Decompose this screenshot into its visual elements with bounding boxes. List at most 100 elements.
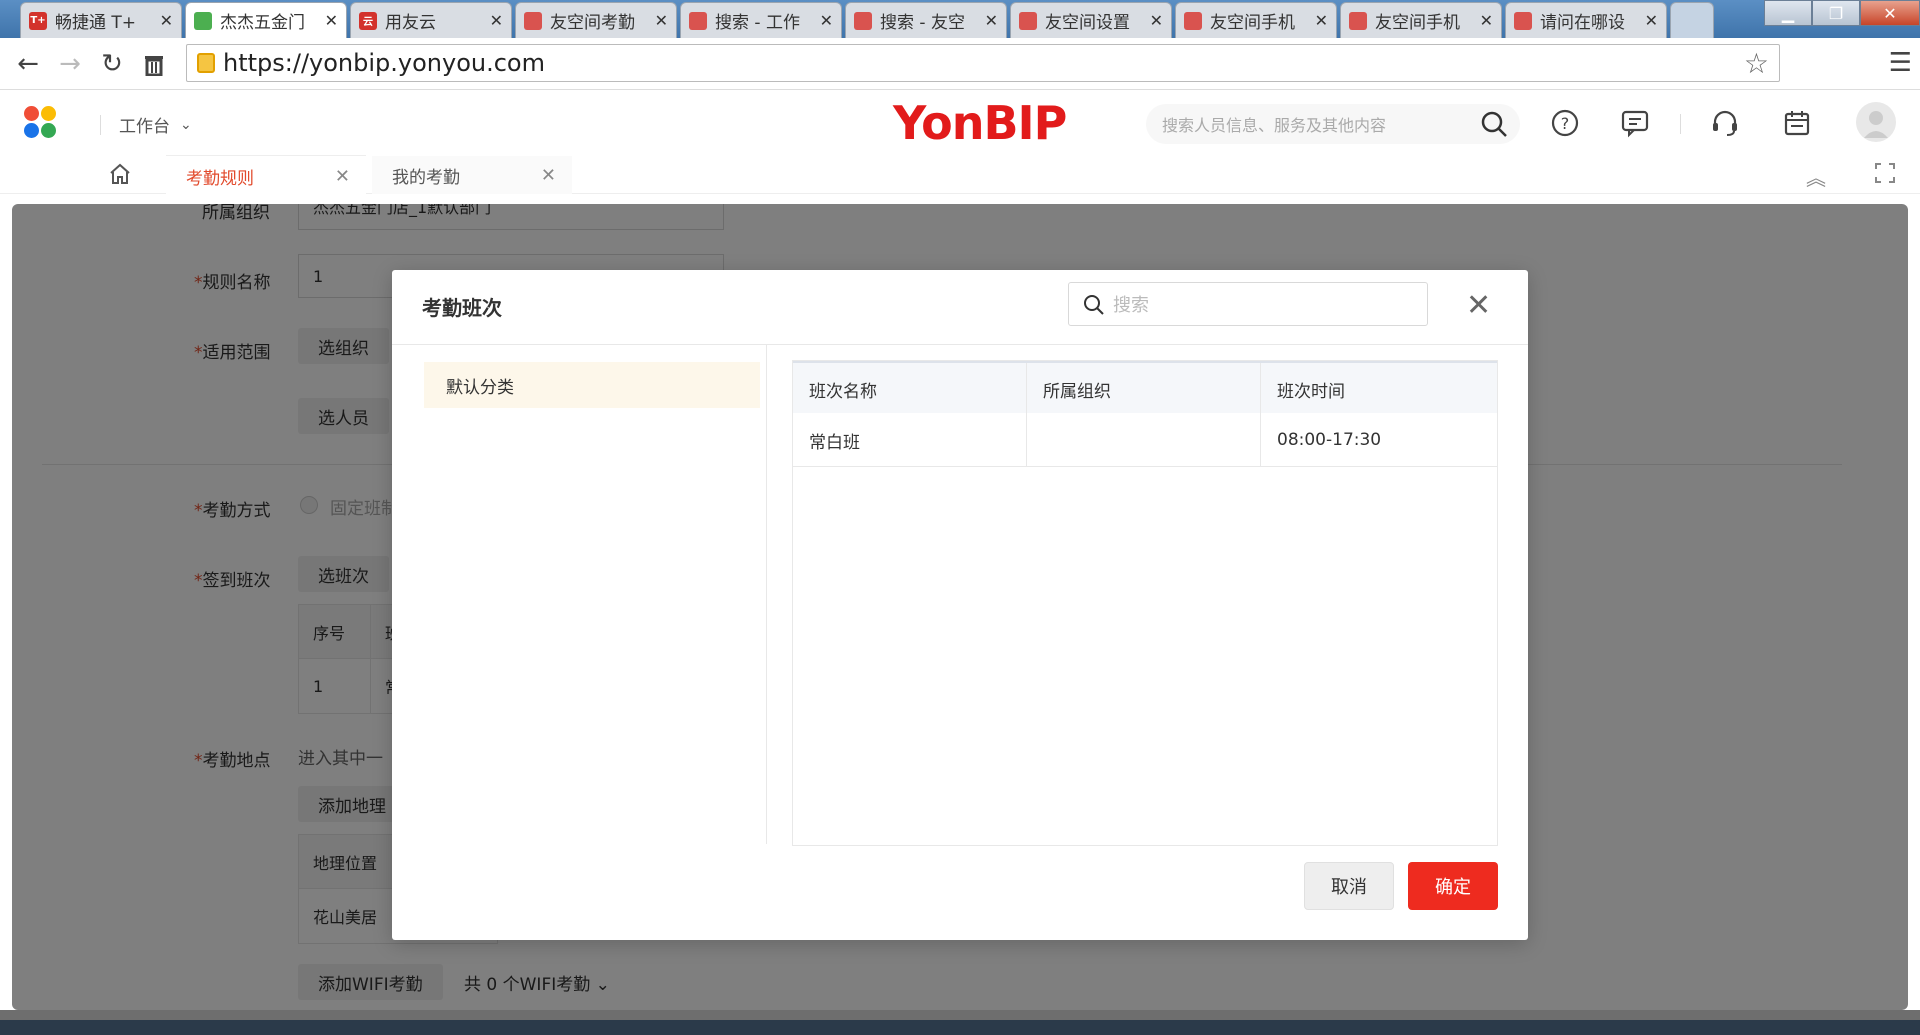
browser-tab[interactable]: T+ 畅捷通 T+ ✕ xyxy=(20,2,182,38)
favicon-icon xyxy=(1349,11,1367,30)
favicon-icon xyxy=(524,11,542,30)
divider xyxy=(392,344,1528,345)
browser-tab-title: 搜索 - 友空 xyxy=(880,13,965,33)
bookmark-star-icon[interactable]: ☆ xyxy=(1744,47,1769,80)
close-icon[interactable]: ✕ xyxy=(1645,11,1658,30)
close-icon[interactable]: ✕ xyxy=(1150,11,1163,30)
search-icon xyxy=(1083,294,1105,321)
workbench-dropdown[interactable]: 工作台 ⌄ xyxy=(100,112,192,137)
favicon-icon: 云 xyxy=(359,11,377,30)
modal-search-placeholder: 搜索 xyxy=(1113,295,1149,316)
close-icon[interactable]: ✕ xyxy=(1480,11,1493,30)
minimize-icon[interactable]: ▁ xyxy=(1764,0,1812,26)
browser-tab-title: 友空间设置 xyxy=(1045,13,1130,33)
shift-picker-modal: 考勤班次 搜索 ✕ 默认分类 班次名称 所属组织 班次时间 常白班 08:00-… xyxy=(392,270,1528,940)
grid-header: 班次名称 所属组织 班次时间 xyxy=(793,361,1497,415)
favicon-icon xyxy=(1184,11,1202,30)
cell-org xyxy=(1027,413,1261,467)
window-controls: ▁ ❐ ✕ xyxy=(1764,0,1920,26)
col-org[interactable]: 所属组织 xyxy=(1027,363,1261,415)
search-icon[interactable] xyxy=(1480,110,1508,142)
close-icon[interactable]: ✕ xyxy=(985,11,998,30)
close-icon[interactable]: ✕ xyxy=(541,165,556,186)
close-icon[interactable]: ✕ xyxy=(325,11,338,30)
fullscreen-icon[interactable] xyxy=(1874,162,1896,189)
tab-label: 考勤规则 xyxy=(186,168,254,189)
browser-tab[interactable]: 友空间设置 ✕ xyxy=(1010,2,1172,38)
chevron-down-icon: ⌄ xyxy=(180,116,192,133)
browser-tab-title: 友空间考勤 xyxy=(550,13,635,33)
divider xyxy=(766,344,767,844)
table-row[interactable]: 常白班 08:00-17:30 xyxy=(793,413,1497,467)
cell-shift-name: 常白班 xyxy=(793,413,1027,467)
address-bar: ← → ↻ https://yonbip.yonyou.com ☆ ☰ xyxy=(0,38,1920,90)
browser-menu-icon[interactable]: ☰ xyxy=(1889,48,1912,78)
close-icon[interactable]: ✕ xyxy=(655,11,668,30)
cell-shift-time: 08:00-17:30 xyxy=(1277,430,1382,450)
url-text: https://yonbip.yonyou.com xyxy=(223,49,545,77)
browser-tab[interactable]: 请问在哪设 ✕ xyxy=(1505,2,1667,38)
browser-tab-title: 友空间手机 xyxy=(1375,13,1460,33)
tab-attendance-rules[interactable]: 考勤规则 ✕ xyxy=(166,156,366,194)
favicon-icon xyxy=(194,11,212,30)
collapse-up-icon[interactable]: ︽ xyxy=(1806,162,1826,191)
col-shift-time[interactable]: 班次时间 xyxy=(1261,363,1497,415)
browser-tab[interactable]: 友空间手机 ✕ xyxy=(1340,2,1502,38)
svg-text:?: ? xyxy=(1561,114,1570,133)
browser-tab[interactable]: 友空间考勤 ✕ xyxy=(515,2,677,38)
close-icon[interactable]: ✕ xyxy=(160,11,173,30)
shift-grid: 班次名称 所属组织 班次时间 常白班 08:00-17:30 xyxy=(792,360,1498,846)
new-tab-button[interactable] xyxy=(1670,2,1714,38)
favicon-icon xyxy=(1019,11,1037,30)
col-shift-name[interactable]: 班次名称 xyxy=(793,363,1027,415)
cancel-button[interactable]: 取消 xyxy=(1304,862,1394,910)
favicon-icon: T+ xyxy=(29,11,47,30)
brand-logo: YonBIP xyxy=(893,96,1067,150)
category-default[interactable]: 默认分类 xyxy=(424,362,760,408)
back-icon[interactable]: ← xyxy=(12,48,44,80)
home-icon[interactable] xyxy=(108,162,132,190)
browser-tab[interactable]: 搜索 - 友空 ✕ xyxy=(845,2,1007,38)
reload-icon[interactable]: ↻ xyxy=(96,48,128,80)
browser-tab[interactable]: 友空间手机 ✕ xyxy=(1175,2,1337,38)
browser-tab-bar: T+ 畅捷通 T+ ✕ 杰杰五金门 ✕ 云用友云 ✕ 友空间考勤 ✕ 搜索 - 工作 ✕ 搜索 - 友… xyxy=(0,0,1920,38)
app-header: 工作台 ⌄ YonBIP 搜索人员信息、服务及其他内容 ? xyxy=(0,90,1920,156)
divider xyxy=(100,114,101,135)
browser-tab-title: 杰杰五金门 xyxy=(220,13,305,33)
tab-my-attendance[interactable]: 我的考勤 ✕ xyxy=(372,156,572,194)
favicon-icon xyxy=(1514,11,1532,30)
global-search-input[interactable]: 搜索人员信息、服务及其他内容 xyxy=(1146,104,1520,144)
browser-tab[interactable]: 云用友云 ✕ xyxy=(350,2,512,38)
calendar-icon[interactable] xyxy=(1780,106,1814,140)
close-icon[interactable]: ✕ xyxy=(820,11,833,30)
browser-tab-title: 畅捷通 T+ xyxy=(55,13,137,33)
workbench-label: 工作台 xyxy=(119,117,170,137)
browser-tab-title: 搜索 - 工作 xyxy=(715,13,800,33)
close-icon[interactable]: ✕ xyxy=(1315,11,1328,30)
trash-icon[interactable] xyxy=(138,48,170,80)
favicon-icon xyxy=(854,11,872,30)
close-icon[interactable]: ✕ xyxy=(1466,288,1491,323)
forward-icon[interactable]: → xyxy=(54,48,86,80)
browser-tab[interactable]: 搜索 - 工作 ✕ xyxy=(680,2,842,38)
global-search-placeholder: 搜索人员信息、服务及其他内容 xyxy=(1162,116,1387,135)
message-icon[interactable] xyxy=(1618,106,1652,140)
browser-tab-title: 请问在哪设 xyxy=(1540,13,1625,33)
page-tab-bar: 考勤规则 ✕ 我的考勤 ✕ ︽ xyxy=(0,156,1920,194)
help-icon[interactable]: ? xyxy=(1548,106,1582,140)
restore-icon[interactable]: ❐ xyxy=(1812,0,1860,26)
app-logo-icon[interactable] xyxy=(24,106,58,140)
avatar[interactable] xyxy=(1856,102,1896,142)
modal-search-input[interactable]: 搜索 xyxy=(1068,282,1428,326)
url-field[interactable]: https://yonbip.yonyou.com ☆ xyxy=(186,44,1780,82)
confirm-button[interactable]: 确定 xyxy=(1408,862,1498,910)
browser-tab[interactable]: 杰杰五金门 ✕ xyxy=(185,2,347,38)
close-icon[interactable]: ✕ xyxy=(490,11,503,30)
customer-service-icon[interactable] xyxy=(1708,106,1742,140)
close-window-icon[interactable]: ✕ xyxy=(1860,0,1920,26)
close-icon[interactable]: ✕ xyxy=(335,166,350,187)
browser-tab-title: 用友云 xyxy=(385,13,436,33)
browser-tab-title: 友空间手机 xyxy=(1210,13,1295,33)
divider xyxy=(1680,114,1681,134)
tab-label: 我的考勤 xyxy=(392,167,460,188)
